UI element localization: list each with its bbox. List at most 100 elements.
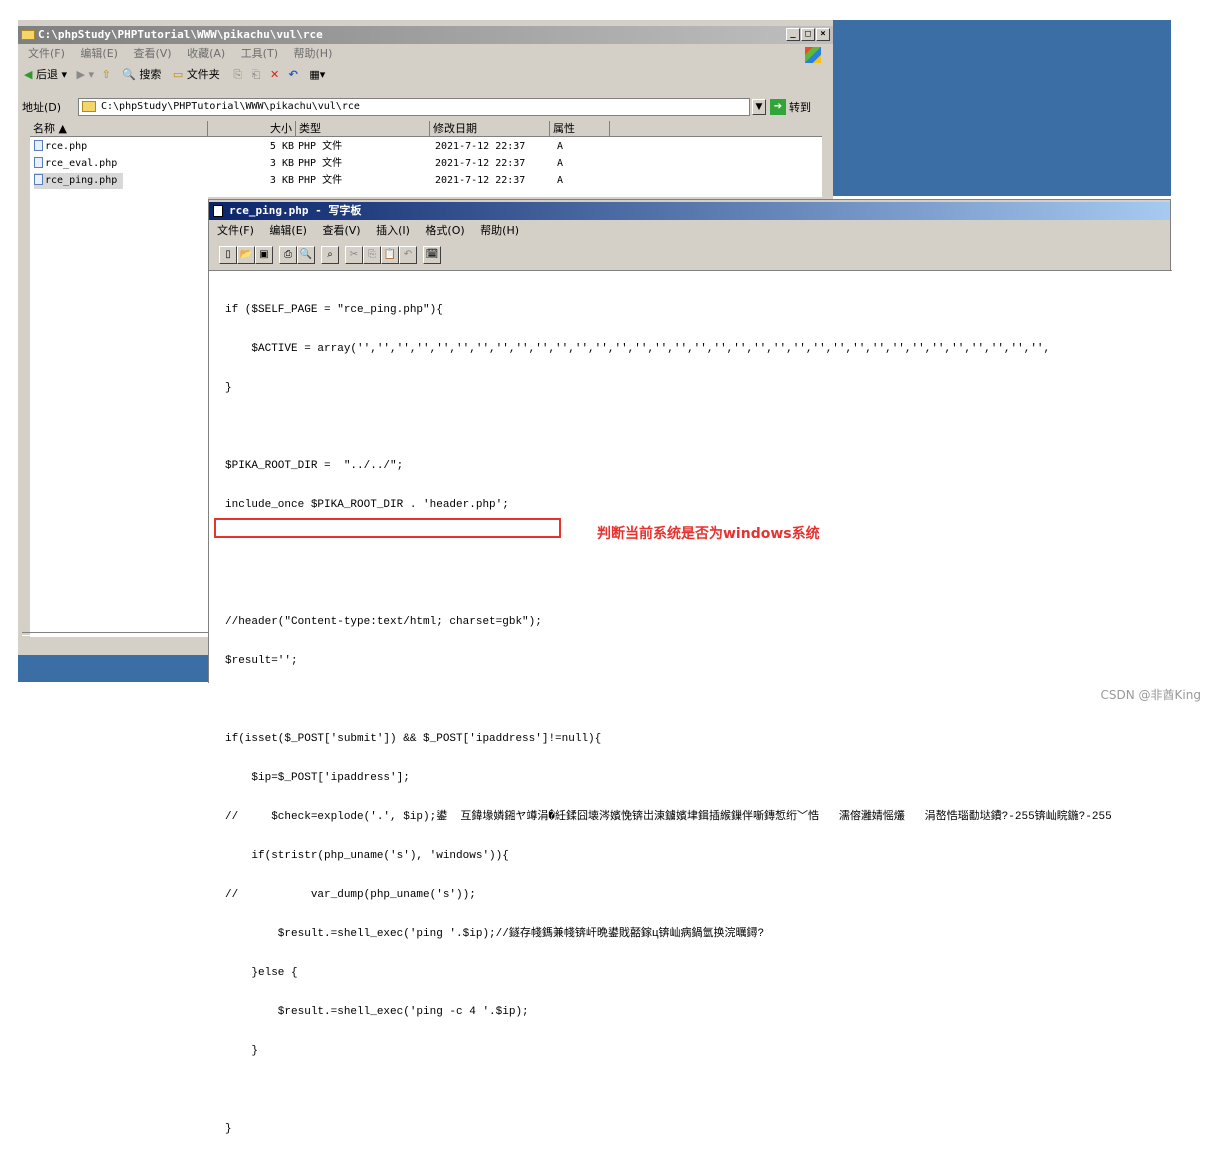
forward-icon[interactable]: ▶ ▾ <box>77 68 94 81</box>
print-icon[interactable]: ⎙ <box>279 246 297 264</box>
delete-icon[interactable]: ✕ <box>270 68 279 81</box>
address-folder-icon <box>82 101 96 112</box>
file-attr: A <box>557 141 564 152</box>
left-pane-divider <box>22 632 208 636</box>
code-text: if ($SELF_PAGE = "rce_ping.php"){ $ACTIV… <box>225 279 1112 1161</box>
php-file-icon <box>34 140 43 151</box>
file-modified: 2021-7-12 22:37 <box>435 141 526 152</box>
file-modified: 2021-7-12 22:37 <box>435 158 526 169</box>
file-size: 3 KB <box>269 175 294 186</box>
open-icon[interactable]: 📂 <box>237 246 255 264</box>
file-attr: A <box>557 158 564 169</box>
column-header-size[interactable]: 大小 <box>208 121 296 137</box>
wordpad-title: rce_ping.php - 写字板 <box>229 204 362 217</box>
menu-file[interactable]: 文件(F) <box>28 47 65 60</box>
column-header-modified[interactable]: 修改日期 <box>430 121 550 137</box>
search-icon: 🔍 <box>122 68 136 81</box>
file-row[interactable]: rce_eval.php 3 KB PHP 文件 2021-7-12 22:37… <box>30 156 822 172</box>
code-line: // $check=explode('.', $ip);鍙 互鍏堟嫾鎺ヤ竴涓�紝… <box>225 811 1112 823</box>
code-line: if(stristr(php_uname('s'), 'windows')){ <box>225 850 509 862</box>
file-type: PHP 文件 <box>298 141 343 152</box>
copy-icon[interactable]: ⎘ <box>363 246 381 264</box>
menu-help[interactable]: 帮助(H) <box>480 224 519 237</box>
address-input[interactable]: C:\phpStudy\PHPTutorial\WWW\pikachu\vul\… <box>78 98 750 116</box>
code-line: $ACTIVE = array('','','','','','','','',… <box>225 343 1051 355</box>
document-area[interactable]: if ($SELF_PAGE = "rce_ping.php"){ $ACTIV… <box>209 270 1172 1135</box>
copy-to-icon[interactable]: ⎗ <box>252 68 261 81</box>
column-header-empty <box>610 121 822 137</box>
menu-help[interactable]: 帮助(H) <box>294 47 333 60</box>
file-row-selected[interactable]: rce_ping.php 3 KB PHP 文件 2021-7-12 22:37… <box>30 173 822 189</box>
address-value: C:\phpStudy\PHPTutorial\WWW\pikachu\vul\… <box>101 101 360 112</box>
php-file-icon <box>34 174 43 185</box>
undo-icon[interactable]: ↶ <box>289 68 298 81</box>
cut-icon[interactable]: ✂ <box>345 246 363 264</box>
code-line: }else { <box>225 967 298 979</box>
search-button[interactable]: 搜索 <box>139 68 161 81</box>
menu-edit[interactable]: 编辑(E) <box>80 47 118 60</box>
views-icon[interactable]: ▦▾ <box>309 68 325 81</box>
code-line: // var_dump(php_uname('s')); <box>225 889 476 901</box>
file-type: PHP 文件 <box>298 175 343 186</box>
code-line: } <box>225 382 232 394</box>
menu-view[interactable]: 查看(V) <box>322 224 360 237</box>
menu-edit[interactable]: 编辑(E) <box>269 224 307 237</box>
go-arrow-icon[interactable]: ➔ <box>770 99 786 115</box>
column-header-type[interactable]: 类型 <box>296 121 430 137</box>
new-icon[interactable]: ▯ <box>219 246 237 264</box>
annotation-text: 判断当前系统是否为windows系统 <box>597 526 820 542</box>
paste-icon[interactable]: 📋 <box>381 246 399 264</box>
code-line: $result.=shell_exec('ping -c 4 '.$ip); <box>225 1006 529 1018</box>
find-icon[interactable]: ⌕ <box>321 246 339 264</box>
go-button[interactable]: 转到 <box>789 99 811 115</box>
wordpad-titlebar[interactable]: rce_ping.php - 写字板 <box>209 202 1170 220</box>
file-name: rce_eval.php <box>45 158 118 169</box>
close-button[interactable]: × <box>816 28 830 41</box>
menu-tools[interactable]: 工具(T) <box>241 47 278 60</box>
code-line: $PIKA_ROOT_DIR = "../../"; <box>225 460 404 472</box>
menu-favorites[interactable]: 收藏(A) <box>187 47 225 60</box>
file-attr: A <box>557 175 564 186</box>
highlight-box <box>214 518 561 538</box>
menu-insert[interactable]: 插入(I) <box>376 224 410 237</box>
file-modified: 2021-7-12 22:37 <box>435 175 526 186</box>
back-button[interactable]: 后退 <box>36 68 58 81</box>
explorer-titlebar[interactable]: C:\phpStudy\PHPTutorial\WWW\pikachu\vul\… <box>18 26 833 44</box>
php-file-icon <box>34 157 43 168</box>
desktop-background-left <box>18 655 208 682</box>
folders-icon: ▭ <box>172 68 184 81</box>
folders-button[interactable]: 文件夹 <box>187 68 220 81</box>
move-to-icon[interactable]: ⎘ <box>233 68 242 81</box>
file-type: PHP 文件 <box>298 158 343 169</box>
file-size: 3 KB <box>269 158 294 169</box>
file-list: rce.php 5 KB PHP 文件 2021-7-12 22:37 A rc… <box>30 137 822 197</box>
address-dropdown-button[interactable]: ▼ <box>752 99 766 115</box>
print-preview-icon[interactable]: 🔍 <box>297 246 315 264</box>
code-line: } <box>225 1045 259 1057</box>
code-line: $result.=shell_exec('ping '.$ip);//鐩存帴鎷兼… <box>225 928 765 940</box>
menu-view[interactable]: 查看(V) <box>133 47 171 60</box>
wordpad-window: rce_ping.php - 写字板 文件(F) 编辑(E) 查看(V) 插入(… <box>208 199 1172 1135</box>
column-header-attributes[interactable]: 属性 <box>550 121 610 137</box>
watermark: CSDN @非酋King <box>1100 688 1201 702</box>
file-row[interactable]: rce.php 5 KB PHP 文件 2021-7-12 22:37 A <box>30 139 822 155</box>
folder-icon <box>21 30 35 40</box>
wordpad-menubar: 文件(F) 编辑(E) 查看(V) 插入(I) 格式(O) 帮助(H) <box>209 221 1170 241</box>
wordpad-toolbar: ▯ 📂 ▣ ⎙ 🔍 ⌕ ✂ ⎘ 📋 ↶ 🗓 <box>215 243 515 269</box>
left-pane-blank <box>30 197 208 637</box>
wordpad-icon <box>213 205 223 217</box>
minimize-button[interactable]: _ <box>786 28 800 41</box>
save-icon[interactable]: ▣ <box>255 246 273 264</box>
up-folder-icon[interactable]: ⇧ <box>101 68 110 81</box>
maximize-button[interactable]: □ <box>801 28 815 41</box>
column-header-name[interactable]: 名称 ▲ <box>30 121 208 137</box>
insert-datetime-icon[interactable]: 🗓 <box>423 246 441 264</box>
menu-format[interactable]: 格式(O) <box>425 224 464 237</box>
back-icon[interactable]: ◀ <box>24 68 32 81</box>
menu-file[interactable]: 文件(F) <box>217 224 254 237</box>
undo-icon[interactable]: ↶ <box>399 246 417 264</box>
dropdown-icon[interactable]: ▾ <box>61 68 67 81</box>
